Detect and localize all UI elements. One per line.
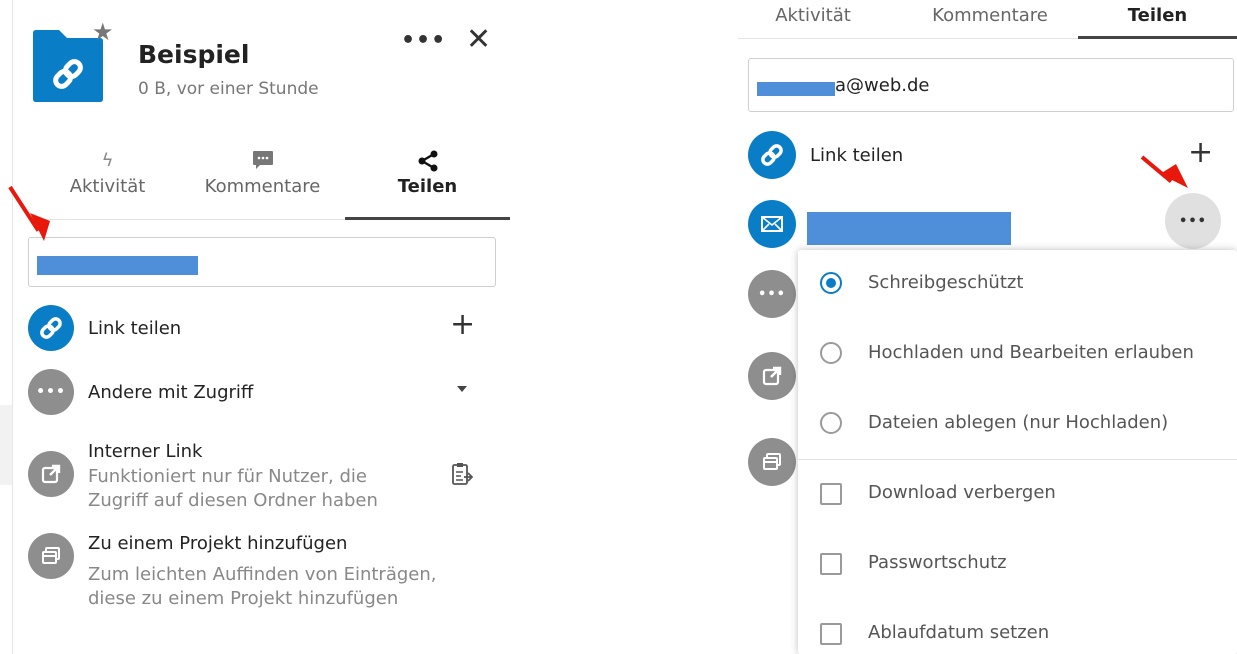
mail-icon — [761, 216, 783, 232]
radio-upload-edit[interactable] — [820, 342, 842, 364]
radio-upload-edit-label: Hochladen und Bearbeiten erlauben — [868, 342, 1194, 363]
radio-file-drop[interactable] — [820, 412, 842, 434]
tabs-divider — [28, 219, 345, 220]
more-dots-icon: ••• — [36, 384, 66, 400]
project-title[interactable]: Zu einem Projekt hinzufügen — [88, 533, 347, 554]
redacted-email-prefix — [757, 82, 835, 96]
project-icon-right — [763, 453, 781, 470]
link-share-label-right: Link teilen — [810, 145, 904, 166]
more-dots-icon-right: ••• — [1179, 213, 1207, 229]
link-icon-right — [761, 144, 783, 166]
tab-comments-right[interactable]: Kommentare — [910, 5, 1070, 26]
share-options-button[interactable]: ••• — [1165, 193, 1221, 249]
tab-share-right-underline — [1078, 36, 1237, 39]
comment-icon — [190, 150, 335, 176]
project-avatar — [28, 533, 74, 579]
tab-comments[interactable]: Kommentare — [190, 150, 335, 210]
internal-link-avatar — [28, 451, 74, 497]
file-name: Beispiel — [138, 40, 250, 69]
link-icon — [40, 317, 62, 339]
share-options-menu: Schreibgeschützt Hochladen und Bearbeite… — [798, 250, 1237, 654]
favorite-star-icon[interactable]: ★ — [92, 20, 114, 44]
add-link-plus-icon-right[interactable]: + — [1188, 138, 1213, 168]
internal-link-title: Interner Link — [88, 441, 203, 462]
project-desc-1: Zum leichten Auffinden von Einträgen, — [88, 564, 437, 585]
redacted-username — [37, 256, 198, 275]
tabs-divider-right — [738, 38, 1078, 39]
share-icon — [345, 150, 510, 176]
checkbox-password[interactable] — [820, 553, 842, 575]
radio-readonly-label: Schreibgeschützt — [868, 272, 1024, 293]
menu-check-hide-download[interactable]: Download verbergen — [798, 460, 1237, 530]
lightning-icon: ϟ — [101, 150, 114, 171]
clipboard-copy-icon[interactable] — [451, 462, 474, 490]
radio-file-drop-label: Dateien ablegen (nur Hochladen) — [868, 412, 1169, 433]
panel-border-stub — [0, 405, 12, 485]
others-access-avatar: ••• — [28, 369, 74, 415]
checkbox-expiry-label: Ablaufdatum setzen — [868, 622, 1050, 643]
add-link-plus-icon[interactable]: + — [450, 310, 475, 340]
file-meta: 0 B, vor einer Stunde — [138, 79, 319, 99]
menu-check-expiry[interactable]: Ablaufdatum setzen — [798, 600, 1237, 654]
tab-share-right[interactable]: Teilen — [1078, 5, 1237, 26]
link-avatar — [28, 305, 74, 351]
internal-link-desc-1: Funktioniert nur für Nutzer, die — [88, 466, 367, 487]
tab-comments-label: Kommentare — [204, 176, 321, 197]
external-link-icon — [41, 464, 61, 484]
tab-share-label: Teilen — [397, 176, 458, 197]
link-share-label: Link teilen — [88, 318, 182, 339]
dropdown-caret-icon[interactable] — [457, 386, 467, 392]
others-access-avatar-right: ••• — [748, 270, 796, 318]
checkbox-password-label: Passwortschutz — [868, 552, 1007, 573]
internal-link-avatar-right — [748, 352, 796, 400]
menu-check-password[interactable]: Passwortschutz — [798, 530, 1237, 600]
tab-active-underline — [345, 217, 510, 220]
tab-activity-right[interactable]: Aktivität — [738, 5, 888, 26]
tab-share[interactable]: Teilen — [345, 150, 510, 220]
tab-activity[interactable]: ϟ Aktivität — [40, 150, 175, 210]
tab-activity-label: Aktivität — [69, 176, 146, 197]
share-input-email-suffix: a@web.de — [835, 75, 930, 96]
project-icon — [42, 547, 60, 564]
internal-link-desc-2: Zugriff auf diesen Ordner haben — [88, 490, 378, 511]
external-link-icon-right — [762, 366, 782, 386]
close-icon[interactable]: ✕ — [466, 22, 491, 57]
menu-radio-file-drop[interactable]: Dateien ablegen (nur Hochladen) — [798, 390, 1237, 460]
redacted-email-share — [807, 212, 1011, 245]
email-share-avatar — [748, 200, 796, 248]
more-actions-icon[interactable]: ••• — [401, 28, 446, 53]
checkbox-hide-download[interactable] — [820, 483, 842, 505]
project-avatar-right — [748, 438, 796, 486]
panel-border — [12, 0, 13, 654]
link-avatar-right — [748, 131, 796, 179]
menu-radio-readonly[interactable]: Schreibgeschützt — [798, 250, 1237, 320]
radio-readonly[interactable] — [820, 272, 842, 294]
checkbox-hide-download-label: Download verbergen — [868, 482, 1056, 503]
project-desc-2: diese zu einem Projekt hinzufügen — [88, 588, 399, 609]
more-dots-icon-bg: ••• — [758, 286, 786, 302]
others-access-label[interactable]: Andere mit Zugriff — [88, 382, 253, 403]
checkbox-expiry[interactable] — [820, 623, 842, 645]
menu-radio-upload-edit[interactable]: Hochladen und Bearbeiten erlauben — [798, 320, 1237, 390]
